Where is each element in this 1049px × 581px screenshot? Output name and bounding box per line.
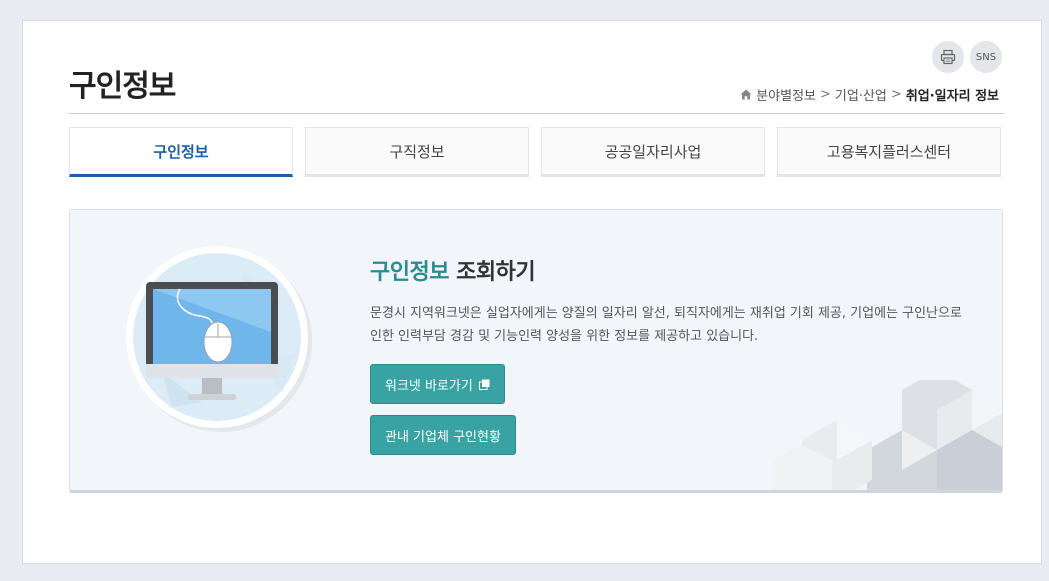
external-window-icon xyxy=(478,379,490,390)
decorative-triangles xyxy=(772,380,1002,490)
info-box: 구인정보 조회하기 문경시 지역워크넷은 실업자에게는 양질의 일자리 알선, … xyxy=(69,209,1003,493)
content-panel: 구인정보 SNS 분야별정보 > 기업·산업 > 취업·일자리 정보 구인정보 … xyxy=(22,20,1042,564)
tab-bar: 구인정보 구직정보 공공일자리사업 고용복지플러스센터 xyxy=(69,127,1003,179)
breadcrumb-current: 취업·일자리 정보 xyxy=(905,89,999,104)
breadcrumb: 분야별정보 > 기업·산업 > 취업·일자리 정보 xyxy=(740,85,999,104)
tab-public-jobs[interactable]: 공공일자리사업 xyxy=(541,127,765,177)
heading-rest: 조회하기 xyxy=(456,260,536,285)
computer-illustration xyxy=(126,246,312,432)
button-label: 관내 기업체 구인현황 xyxy=(385,429,501,445)
title-divider xyxy=(69,113,1004,114)
print-button[interactable] xyxy=(932,41,964,73)
button-label: 워크넷 바로가기 xyxy=(385,378,473,394)
page-title: 구인정보 xyxy=(69,69,176,104)
tab-employment-center[interactable]: 고용복지플러스센터 xyxy=(777,127,1001,177)
breadcrumb-item[interactable]: 기업·산업 xyxy=(835,85,887,104)
sns-button[interactable]: SNS xyxy=(970,41,1002,73)
tab-job-seekers[interactable]: 구직정보 xyxy=(305,127,529,177)
local-company-jobs-button[interactable]: 관내 기업체 구인현황 xyxy=(370,415,516,455)
worknet-link-button[interactable]: 워크넷 바로가기 xyxy=(370,364,505,404)
breadcrumb-separator: > xyxy=(890,87,902,102)
printer-icon xyxy=(940,49,956,65)
info-description: 문경시 지역워크넷은 실업자에게는 양질의 일자리 알선, 퇴직자에게는 재취업… xyxy=(370,306,962,344)
breadcrumb-item[interactable]: 분야별정보 xyxy=(756,85,816,104)
home-icon[interactable] xyxy=(740,89,752,100)
breadcrumb-separator: > xyxy=(820,87,831,102)
tab-job-offers[interactable]: 구인정보 xyxy=(69,127,293,177)
heading-accent: 구인정보 xyxy=(370,260,449,285)
info-heading: 구인정보 조회하기 xyxy=(370,254,536,286)
